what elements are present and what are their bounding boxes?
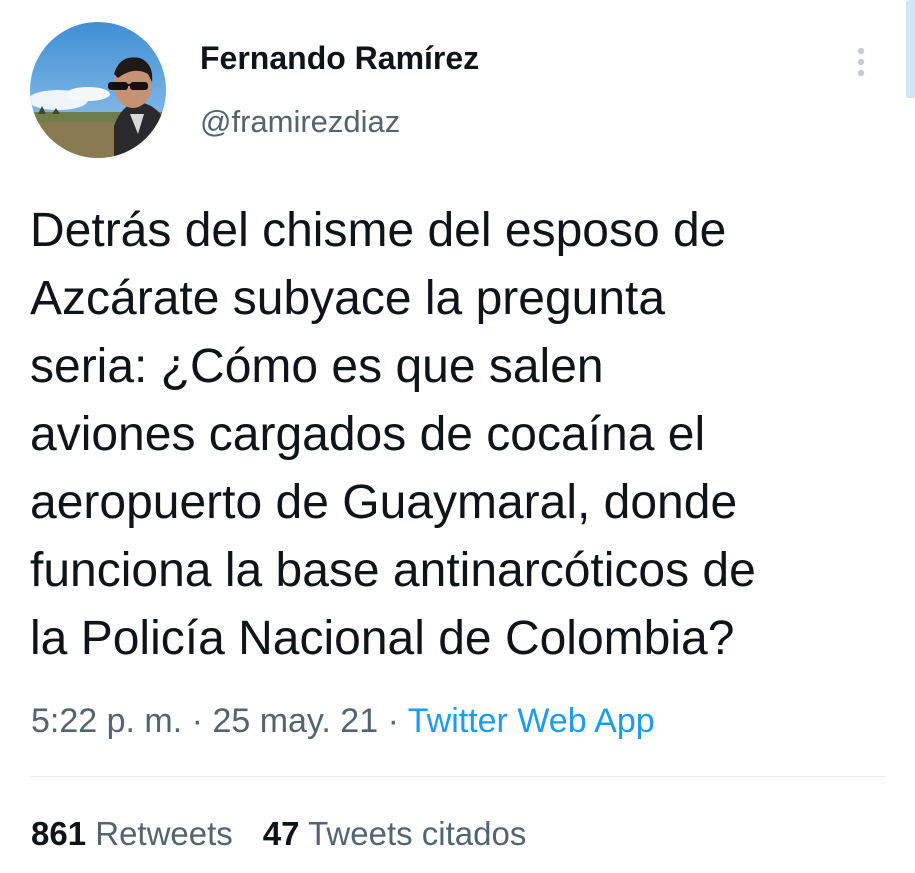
tweet-card: Fernando Ramírez @framirezdiaz Detrás de…	[0, 0, 915, 873]
meta-separator: ·	[387, 702, 399, 740]
tweet-time[interactable]: 5:22 p. m.	[31, 702, 182, 740]
author-name[interactable]: Fernando Ramírez	[200, 40, 479, 77]
tweet-text-line: la Policía Nacional de Colombia?	[30, 612, 735, 665]
tweet-date[interactable]: 25 may. 21	[212, 702, 378, 740]
tweet-text: Detrás del chisme del esposo de Azcárate…	[30, 197, 910, 673]
tweet-text-line: seria: ¿Cómo es que salen	[30, 340, 604, 393]
tweet-text-line: aeropuerto de Guaymaral, donde	[30, 476, 738, 529]
tweet-source-link[interactable]: Twitter Web App	[408, 702, 655, 740]
more-vertical-icon[interactable]	[846, 42, 876, 82]
quote-tweets-stat[interactable]: 47 Tweets citados	[263, 815, 527, 852]
avatar-photo	[30, 22, 166, 158]
retweets-count: 861	[31, 815, 87, 852]
tweet-text-line: Azcárate subyace la pregunta	[30, 272, 666, 325]
edge-accent	[906, 0, 915, 98]
meta-separator: ·	[191, 702, 203, 740]
author-avatar[interactable]	[30, 22, 166, 158]
divider	[30, 776, 885, 777]
tweet-text-line: Detrás del chisme del esposo de	[30, 204, 727, 257]
tweet-text-line: funciona la base antinarcóticos de	[30, 544, 756, 597]
quotes-count: 47	[262, 815, 300, 852]
tweet-meta: 5:22 p. m. · 25 may. 21 · Twitter Web Ap…	[31, 702, 655, 741]
quotes-label: Tweets citados	[308, 815, 527, 852]
tweet-text-line: aviones cargados de cocaína el	[30, 408, 706, 461]
retweets-stat[interactable]: 861 Retweets	[31, 815, 233, 852]
tweet-stats: 861 Retweets 47 Tweets citados	[31, 815, 526, 853]
author-handle[interactable]: @framirezdiaz	[200, 104, 400, 140]
retweets-label: Retweets	[95, 815, 233, 852]
